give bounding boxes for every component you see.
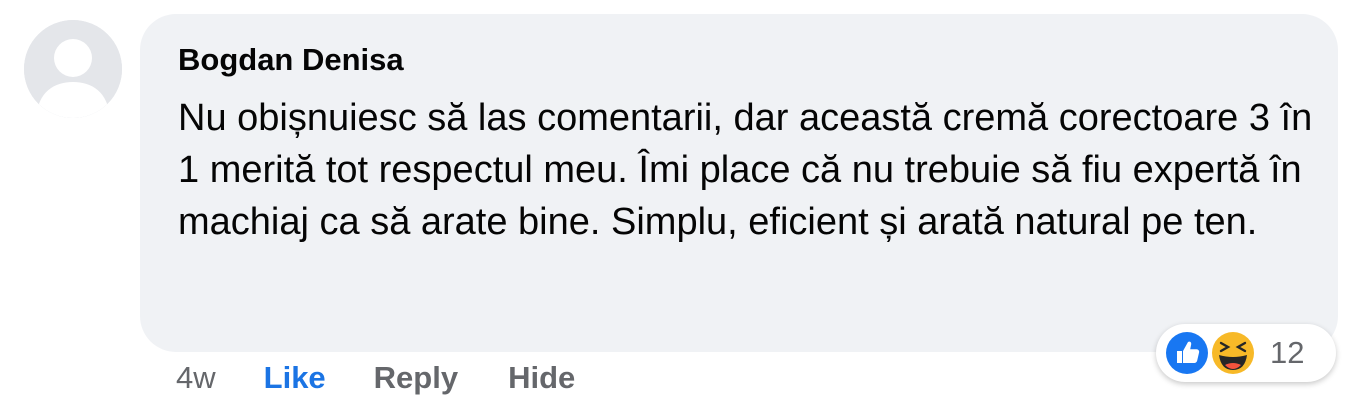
like-icon [1162, 328, 1212, 378]
default-profile-icon [24, 20, 122, 118]
comment-text: Nu obișnuiesc să las comentarii, dar ace… [178, 97, 1313, 243]
comment: Bogdan Denisa Nu obișnuiesc să las comen… [0, 0, 1370, 412]
avatar[interactable] [24, 20, 122, 118]
comment-author[interactable]: Bogdan Denisa [178, 42, 404, 78]
haha-icon [1208, 328, 1258, 378]
reply-button[interactable]: Reply [374, 360, 458, 396]
reaction-count: 12 [1270, 335, 1305, 370]
comment-bubble: Bogdan Denisa Nu obișnuiesc să las comen… [140, 14, 1338, 352]
comment-timestamp[interactable]: 4w [176, 360, 216, 396]
comment-actions: 4w Like Reply Hide [176, 356, 575, 400]
like-button[interactable]: Like [264, 360, 326, 396]
hide-button[interactable]: Hide [508, 360, 575, 396]
reactions-summary[interactable]: 12 [1156, 324, 1336, 382]
